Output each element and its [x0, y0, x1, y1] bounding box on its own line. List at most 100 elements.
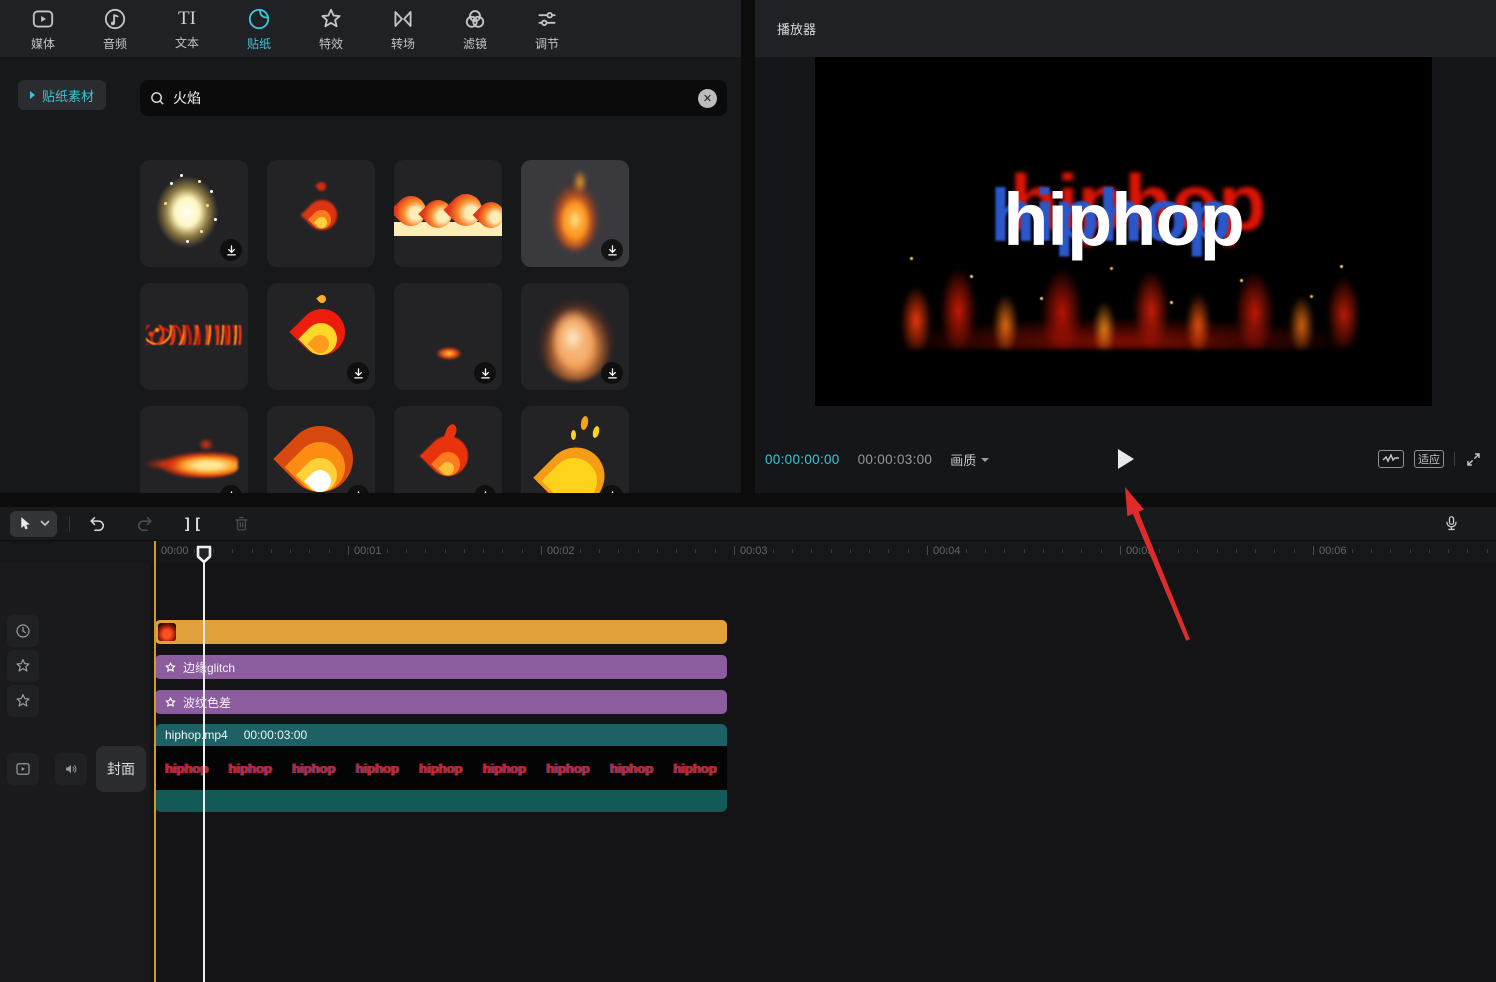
- sticker-thumbnail-yellow-spark-flame[interactable]: [521, 406, 629, 493]
- chevron-down-icon: [981, 458, 989, 462]
- download-icon[interactable]: [347, 362, 369, 384]
- sticker-thumbnail-flame-border-strip[interactable]: [394, 160, 502, 267]
- effect-track-1-button[interactable]: [7, 650, 39, 682]
- sticker-thumbnail-large-cartoon-flame[interactable]: [267, 406, 375, 493]
- ruler-minor-tick: [290, 549, 291, 553]
- video-clip[interactable]: hiphop.mp4 00:00:03:00 hiphophiphophipho…: [155, 724, 727, 812]
- divider: [1454, 452, 1455, 466]
- ruler-minor-tick: [1139, 549, 1140, 553]
- select-tool-button[interactable]: [10, 511, 57, 537]
- redo-button[interactable]: [130, 511, 160, 537]
- tab-text[interactable]: TI 文本: [164, 7, 210, 51]
- sticker-thumbnail-horizontal-flame-streak[interactable]: [140, 406, 248, 493]
- ruler-minor-tick: [522, 549, 523, 553]
- ruler-minor-tick: [1217, 549, 1218, 553]
- ruler-minor-tick: [1390, 549, 1391, 553]
- playhead-line: [203, 546, 205, 982]
- download-icon[interactable]: [474, 362, 496, 384]
- sticker-thumbnail-cartoon-flame[interactable]: [267, 283, 375, 390]
- search-input[interactable]: [173, 90, 698, 106]
- ruler-minor-tick: [908, 549, 909, 553]
- flame-art: [315, 180, 328, 193]
- tab-filter-label: 滤镜: [463, 35, 487, 52]
- tab-filter[interactable]: 滤镜: [452, 6, 498, 52]
- sticker-clip[interactable]: [155, 620, 727, 644]
- ruler-minor-tick: [213, 549, 214, 553]
- chevron-down-icon: [40, 520, 50, 527]
- download-icon[interactable]: [474, 485, 496, 493]
- download-icon[interactable]: [601, 485, 623, 493]
- sidebar-item-sticker-material[interactable]: 贴纸素材: [18, 80, 106, 110]
- ruler-minor-tick: [309, 549, 310, 553]
- sticker-thumbnail-small-red-flame[interactable]: [267, 160, 375, 267]
- ruler-minor-tick: [1159, 549, 1160, 553]
- clear-search-button[interactable]: ✕: [698, 89, 717, 108]
- ruler-minor-tick: [464, 549, 465, 553]
- ruler-minor-tick: [1024, 549, 1025, 553]
- download-icon[interactable]: [347, 485, 369, 493]
- sticker-thumbnail-glowing-spark-flame[interactable]: [140, 160, 248, 267]
- play-button[interactable]: [1118, 449, 1134, 469]
- effect-track-2-button[interactable]: [7, 685, 39, 717]
- tab-transition[interactable]: 转场: [380, 6, 426, 52]
- filmstrip-frame-label: hiphop: [419, 761, 462, 776]
- quality-dropdown[interactable]: 画质: [950, 450, 989, 469]
- sticker-thumbnail-red-wisp-flame[interactable]: [394, 406, 502, 493]
- sticker-thumbnail-realistic-flame[interactable]: [521, 283, 629, 390]
- mute-track-button[interactable]: [55, 753, 87, 785]
- tab-effects-label: 特效: [319, 35, 343, 52]
- cursor-icon: [17, 515, 34, 532]
- filmstrip-frame-label: hiphop: [165, 761, 208, 776]
- fullscreen-button[interactable]: [1465, 451, 1482, 468]
- undo-button[interactable]: [82, 511, 112, 537]
- ruler-minor-tick: [1487, 549, 1488, 553]
- sticker-panel: 贴纸素材 ✕: [0, 57, 741, 493]
- ruler-minor-tick: [715, 549, 716, 553]
- split-button[interactable]: ][: [178, 511, 208, 537]
- ruler-minor-tick: [1274, 549, 1275, 553]
- effect-clip-edge-glitch[interactable]: 边缘glitch: [155, 655, 727, 679]
- delete-button[interactable]: [226, 511, 256, 537]
- tab-sticker[interactable]: 贴纸: [236, 6, 282, 52]
- filmstrip-frame-label: hiphop: [292, 761, 335, 776]
- download-icon[interactable]: [601, 362, 623, 384]
- ruler-minor-tick: [773, 549, 774, 553]
- ruler-minor-tick: [483, 549, 484, 553]
- sticker-thumbnail-tiny-ember[interactable]: [394, 283, 502, 390]
- ruler-minor-tick: [1062, 549, 1063, 553]
- ruler-minor-tick: [1081, 549, 1082, 553]
- cover-button[interactable]: 封面: [96, 746, 146, 792]
- timeline-start-marker: [154, 541, 156, 982]
- media-icon: [30, 6, 56, 32]
- flame-art: [551, 309, 595, 367]
- timeline-tracks: 封面 边缘glitch 波纹色差 hiphop.mp4 00:00:03:00 …: [0, 563, 1496, 982]
- download-icon[interactable]: [601, 239, 623, 261]
- sticker-thumbnail-ember-line[interactable]: [140, 283, 248, 390]
- download-icon[interactable]: [220, 239, 242, 261]
- tab-audio[interactable]: 音频: [92, 6, 138, 52]
- ruler-minor-tick: [985, 549, 986, 553]
- effect-clip-ripple-aberration[interactable]: 波纹色差: [155, 690, 727, 714]
- download-icon[interactable]: [220, 485, 242, 493]
- sticker-thumbnail-soft-orange-flame[interactable]: [521, 160, 629, 267]
- ruler-minor-tick: [1178, 549, 1179, 553]
- ruler-minor-tick: [174, 549, 175, 553]
- chevron-right-icon: [30, 91, 35, 99]
- record-voiceover-button[interactable]: [1436, 510, 1466, 536]
- ruler-minor-tick: [1448, 549, 1449, 553]
- timeline-ruler[interactable]: 00:0000:0100:0200:0300:0400:0500:06: [0, 541, 1496, 563]
- tab-media[interactable]: 媒体: [20, 6, 66, 52]
- ruler-major-tick: [541, 546, 542, 555]
- ruler-minor-tick: [580, 549, 581, 553]
- sticker-track-duration-button[interactable]: [7, 615, 39, 647]
- tab-adjust[interactable]: 调节: [524, 6, 570, 52]
- ruler-minor-tick: [695, 549, 696, 553]
- scopes-button[interactable]: [1378, 450, 1404, 468]
- tab-adjust-label: 调节: [535, 35, 559, 52]
- fit-button[interactable]: 适应: [1414, 450, 1444, 468]
- fullscreen-icon: [1465, 451, 1482, 468]
- preview-text: hiphop: [815, 183, 1432, 257]
- playhead-handle[interactable]: [196, 545, 212, 564]
- video-track-toggle-button[interactable]: [7, 753, 39, 785]
- tab-effects[interactable]: 特效: [308, 6, 354, 52]
